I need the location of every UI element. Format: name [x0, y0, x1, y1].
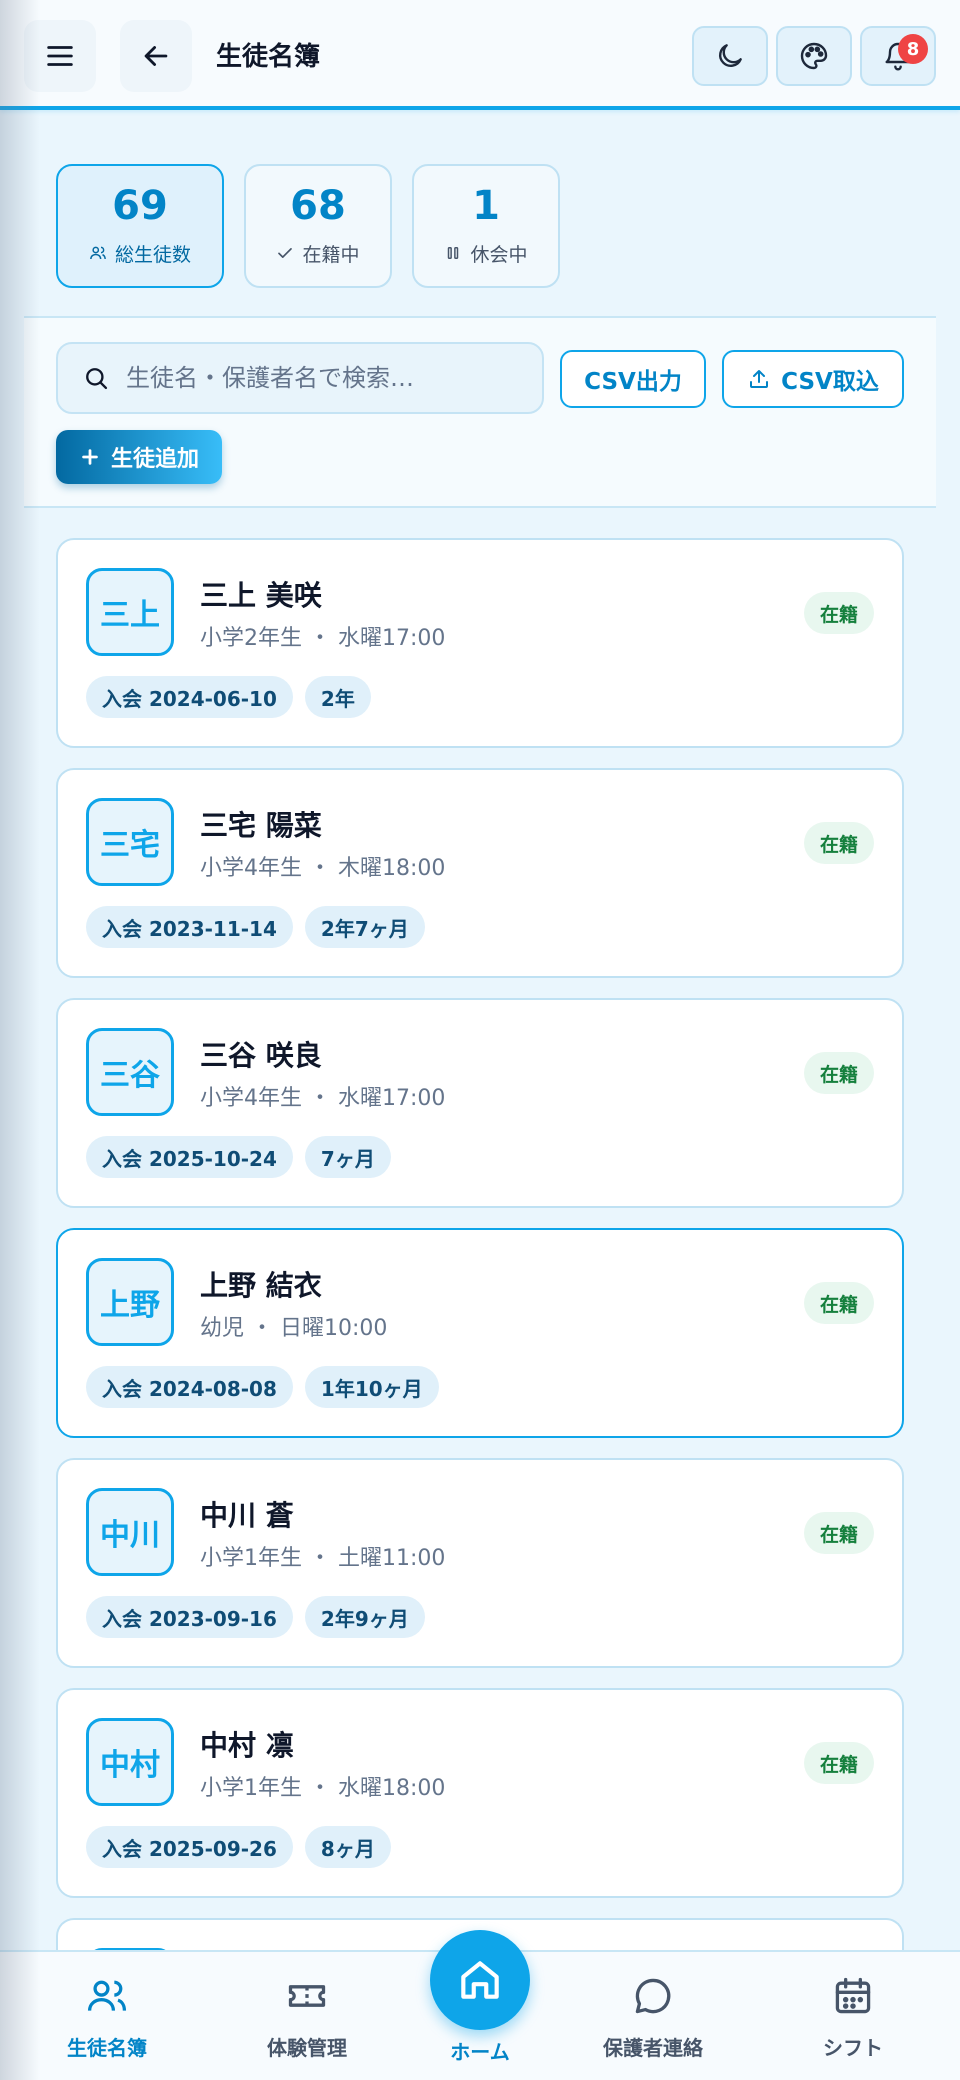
add-student-button[interactable]: 生徒追加: [56, 430, 222, 484]
search-input[interactable]: [126, 364, 526, 392]
add-student-label: 生徒追加: [110, 447, 199, 472]
student-name: 上野 結衣: [200, 1269, 322, 1302]
chat-bubble-icon: [635, 1978, 671, 2014]
notification-badge: 8: [898, 34, 928, 64]
users-icon: [87, 1980, 127, 2011]
nav-parents[interactable]: 保護者連絡: [578, 1974, 728, 2061]
join-date-tag: 入会 2024-06-10: [86, 676, 293, 718]
join-date-tag: 入会 2025-10-24: [86, 1136, 293, 1178]
status-badge: 在籍: [803, 1282, 874, 1324]
join-date-tag: 入会 2025-09-26: [86, 1826, 293, 1868]
back-button[interactable]: [120, 20, 192, 92]
student-meta: 小学2年生 ・ 水曜17:00: [200, 626, 446, 651]
student-name: 三上 美咲: [200, 579, 322, 612]
join-date-tag: 入会 2024-08-08: [86, 1366, 293, 1408]
tenure-tag: 2年7ヶ月: [304, 906, 425, 948]
notification-button[interactable]: 8: [860, 26, 936, 86]
nav-label: 体験管理: [267, 2036, 347, 2060]
avatar: 上野: [86, 1258, 174, 1346]
status-badge: 在籍: [803, 1512, 874, 1554]
avatar: 三谷: [86, 1028, 174, 1116]
student-meta: 小学1年生 ・ 土曜11:00: [200, 1546, 446, 1571]
join-date-tag: 入会 2023-09-16: [86, 1596, 293, 1638]
theme-button[interactable]: [776, 26, 852, 86]
page-title: 生徒名簿: [216, 42, 321, 72]
home-icon: [461, 1961, 499, 1999]
check-icon: [278, 248, 293, 258]
dark-mode-button[interactable]: [692, 26, 768, 86]
student-card[interactable]: 三谷 三谷 咲良 小学4年生 ・ 水曜17:00 在籍 入会 2025-10-2…: [56, 998, 904, 1208]
student-name: 中川 蒼: [200, 1499, 294, 1532]
status-badge: 在籍: [803, 1742, 874, 1784]
palette-icon: [800, 42, 828, 70]
tenure-tag: 7ヶ月: [304, 1136, 391, 1178]
stat-label: 総生徒数: [114, 243, 191, 266]
stat-active-students[interactable]: 68 在籍中: [244, 164, 392, 288]
nav-trial[interactable]: 体験管理: [232, 1974, 382, 2061]
student-card[interactable]: 上野 上野 結衣 幼児 ・ 日曜10:00 在籍 入会 2024-08-08 1…: [56, 1228, 904, 1438]
student-meta: 小学4年生 ・ 木曜18:00: [200, 856, 446, 881]
users-icon: [90, 246, 106, 260]
avatar: 三宅: [86, 798, 174, 886]
status-badge: 在籍: [803, 1052, 874, 1094]
menu-icon: [47, 46, 73, 66]
csv-import-button[interactable]: CSV取込: [722, 350, 904, 408]
status-badge: 在籍: [803, 822, 874, 864]
search-box[interactable]: [56, 342, 544, 414]
nav-roster[interactable]: 生徒名簿: [32, 1974, 182, 2061]
student-meta: 小学1年生 ・ 水曜18:00: [200, 1776, 446, 1801]
stat-label: 休会中: [470, 243, 528, 266]
moon-icon: [719, 44, 742, 67]
nav-label: 生徒名簿: [67, 2036, 147, 2060]
student-meta: 小学4年生 ・ 水曜17:00: [200, 1086, 446, 1111]
join-date-tag: 入会 2023-11-14: [86, 906, 293, 948]
tenure-tag: 2年9ヶ月: [304, 1596, 425, 1638]
tenure-tag: 8ヶ月: [304, 1826, 391, 1868]
nav-home-label: ホーム: [450, 2040, 510, 2064]
nav-label: 保護者連絡: [603, 2036, 703, 2060]
student-name: 中村 凛: [200, 1729, 294, 1762]
status-badge: 在籍: [803, 592, 874, 634]
nav-label: シフト: [823, 2036, 883, 2060]
edge-shadow: [0, 0, 40, 2080]
upload-icon: [750, 370, 769, 388]
student-meta: 幼児 ・ 日曜10:00: [200, 1316, 388, 1341]
pause-icon: [448, 247, 459, 259]
toolbar: CSV出力 CSV取込 生徒追加: [24, 316, 936, 508]
nav-shift[interactable]: シフト: [778, 1974, 928, 2061]
stat-total-students[interactable]: 69 総生徒数: [56, 164, 224, 288]
calendar-icon: [835, 1977, 871, 2014]
back-arrow-icon: [144, 46, 168, 66]
plus-icon: [82, 449, 98, 465]
avatar: 中村: [86, 1718, 174, 1806]
stat-value: 1: [472, 182, 500, 229]
stat-label: 在籍中: [302, 243, 360, 266]
student-card[interactable]: 中村 中村 凛 小学1年生 ・ 水曜18:00 在籍 入会 2025-09-26…: [56, 1688, 904, 1898]
student-card[interactable]: 中川 中川 蒼 小学1年生 ・ 土曜11:00 在籍 入会 2023-09-16…: [56, 1458, 904, 1668]
tenure-tag: 2年: [304, 676, 371, 718]
nav-home-button[interactable]: [430, 1930, 530, 2030]
csv-export-label: CSV出力: [584, 369, 682, 395]
app-header: 生徒名簿 8: [0, 0, 960, 110]
avatar: 中川: [86, 1488, 174, 1576]
stat-value: 69: [112, 182, 168, 229]
ticket-icon: [288, 1985, 326, 2007]
student-name: 三谷 咲良: [200, 1039, 322, 1072]
menu-button[interactable]: [24, 20, 96, 92]
student-card[interactable]: 三宅 三宅 陽菜 小学4年生 ・ 木曜18:00 在籍 入会 2023-11-1…: [56, 768, 904, 978]
csv-import-label: CSV取込: [781, 369, 879, 395]
student-name: 三宅 陽菜: [200, 809, 322, 842]
avatar: 三上: [86, 568, 174, 656]
student-card[interactable]: 三上 三上 美咲 小学2年生 ・ 水曜17:00 在籍 入会 2024-06-1…: [56, 538, 904, 748]
search-icon: [86, 368, 108, 390]
tenure-tag: 1年10ヶ月: [304, 1366, 439, 1408]
stat-paused-students[interactable]: 1 休会中: [412, 164, 560, 288]
csv-export-button[interactable]: CSV出力: [560, 350, 706, 408]
stat-value: 68: [290, 182, 346, 229]
